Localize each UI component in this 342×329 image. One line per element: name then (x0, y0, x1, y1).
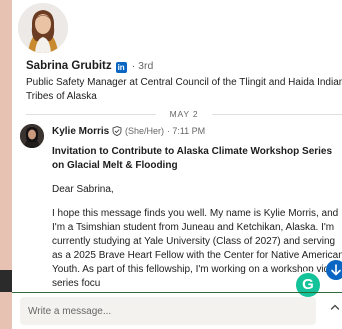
message-greeting: Dear Sabrina, (52, 184, 114, 195)
profile-avatar[interactable] (18, 3, 68, 53)
message-body: Invitation to Contribute to Alaska Clima… (52, 145, 342, 291)
profile-name[interactable]: Sabrina Grubitz (26, 60, 112, 72)
connection-degree: · 3rd (131, 60, 154, 72)
chevron-up-icon[interactable] (330, 302, 340, 312)
profile-name-row: Sabrina Grubitz in · 3rd (26, 60, 153, 73)
compose-divider (12, 292, 342, 293)
background-window-fragment (0, 270, 12, 292)
profile-headline: Public Safety Manager at Central Council… (26, 77, 342, 102)
sender-avatar[interactable] (20, 124, 44, 148)
arrow-down-icon (331, 264, 341, 276)
scroll-down-button[interactable] (326, 260, 342, 280)
conversation-panel: Sabrina Grubitz in · 3rd Public Safety Ma… (12, 0, 342, 329)
date-divider-label: MAY 2 (156, 108, 212, 120)
message-input[interactable] (20, 297, 316, 325)
date-divider: MAY 2 (26, 108, 342, 120)
sender-name[interactable]: Kylie Morris (52, 126, 109, 137)
message-header: Kylie Morris (She/Her) · 7:11 PM (52, 126, 205, 139)
message-compose-box[interactable] (20, 297, 316, 325)
linkedin-premium-icon: in (115, 62, 127, 73)
shield-check-icon (112, 126, 122, 139)
background-window-edge (0, 0, 12, 329)
grammarly-button[interactable]: G (294, 271, 322, 299)
message-timestamp: · 7:11 PM (166, 126, 206, 136)
sender-pronouns: (She/Her) (125, 126, 165, 136)
message-subject: Invitation to Contribute to Alaska Clima… (52, 146, 333, 171)
